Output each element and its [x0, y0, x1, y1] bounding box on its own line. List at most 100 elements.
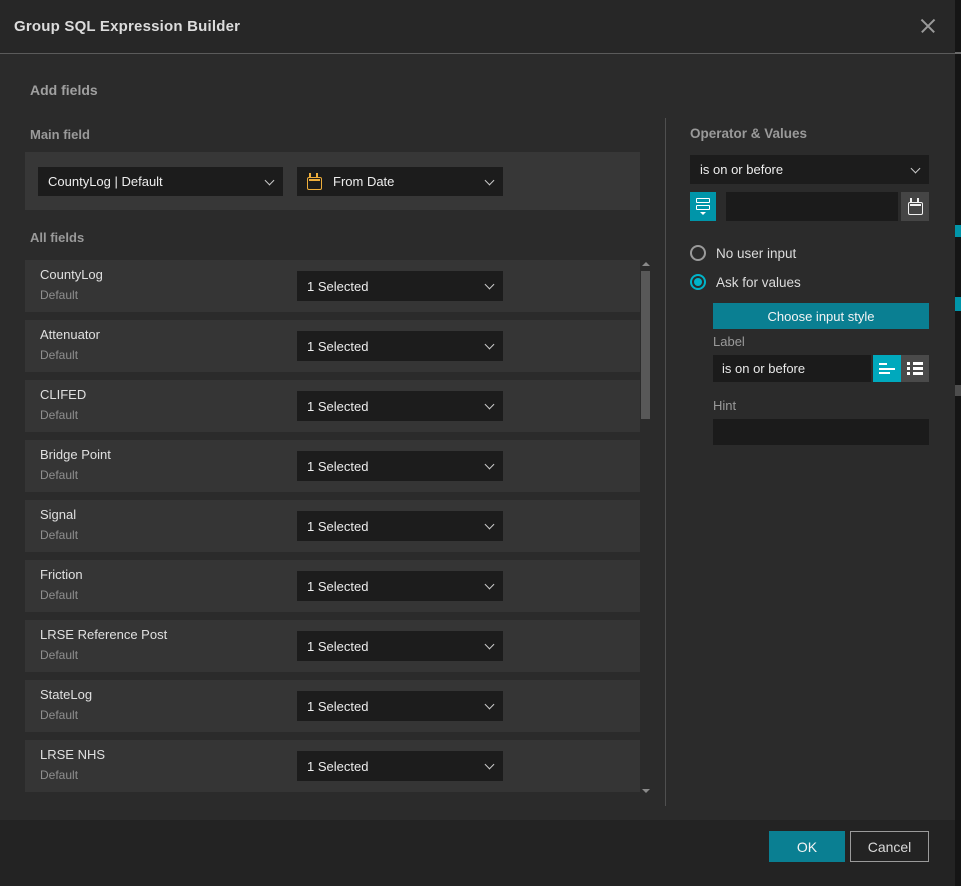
dialog-titlebar: Group SQL Expression Builder: [0, 0, 955, 54]
cancel-button[interactable]: Cancel: [850, 831, 929, 862]
ok-button[interactable]: OK: [769, 831, 845, 862]
label-input[interactable]: [713, 355, 871, 382]
operator-values-heading: Operator & Values: [690, 126, 807, 141]
chevron-down-icon: [485, 580, 495, 590]
chevron-down-icon: [485, 700, 495, 710]
dialog-title: Group SQL Expression Builder: [14, 18, 240, 35]
background-app-strip: [955, 0, 961, 886]
main-field-heading: Main field: [30, 127, 90, 142]
field-name: Friction: [40, 567, 83, 582]
screen: Group SQL Expression Builder Add fields …: [0, 0, 961, 886]
field-name: Signal: [40, 507, 76, 522]
chevron-down-icon: [265, 175, 275, 185]
value-source-button[interactable]: [690, 192, 716, 221]
input-style-text-toggle[interactable]: [873, 355, 901, 382]
field-selected-dropdown[interactable]: 1 Selected: [297, 271, 503, 301]
chevron-down-icon: [911, 163, 921, 173]
scroll-up-icon[interactable]: [642, 262, 650, 266]
field-row: CLIFED Default 1 Selected: [25, 380, 640, 432]
field-row: Attenuator Default 1 Selected: [25, 320, 640, 372]
main-field-panel: CountyLog | Default From Date: [25, 152, 640, 210]
hint-input[interactable]: [713, 419, 929, 445]
selected-count: 1 Selected: [307, 759, 368, 774]
field-selected-dropdown[interactable]: 1 Selected: [297, 751, 503, 781]
radio-label: No user input: [716, 246, 796, 261]
date-field-icon: [307, 177, 322, 190]
field-type: Default: [40, 288, 78, 302]
all-fields-list: CountyLog Default 1 Selected Attenuator …: [25, 260, 640, 792]
selected-count: 1 Selected: [307, 579, 368, 594]
field-row: Signal Default 1 Selected: [25, 500, 640, 552]
field-row: LRSE Reference Post Default 1 Selected: [25, 620, 640, 672]
background-fragment: [955, 385, 961, 396]
chevron-down-icon: [485, 175, 495, 185]
field-name: LRSE Reference Post: [40, 627, 167, 642]
list-scrollbar: [641, 258, 652, 795]
choose-input-style-button[interactable]: Choose input style: [713, 303, 929, 329]
operator-select[interactable]: is on or before: [690, 155, 929, 184]
date-picker-button[interactable]: [901, 192, 929, 221]
field-row: StateLog Default 1 Selected: [25, 680, 640, 732]
main-field-layer-select[interactable]: CountyLog | Default: [38, 167, 283, 196]
chevron-down-icon: [485, 520, 495, 530]
selected-count: 1 Selected: [307, 339, 368, 354]
background-fragment: [955, 52, 961, 54]
field-type: Default: [40, 528, 78, 542]
label-caption: Label: [713, 334, 745, 349]
radio-label: Ask for values: [716, 275, 801, 290]
selected-count: 1 Selected: [307, 399, 368, 414]
chevron-down-icon: [485, 640, 495, 650]
chevron-down-icon: [485, 760, 495, 770]
close-button[interactable]: [911, 9, 945, 43]
field-name: StateLog: [40, 687, 92, 702]
radio-icon-selected: [690, 274, 706, 290]
field-row: LRSE NHS Default 1 Selected: [25, 740, 640, 792]
panel-divider: [665, 118, 666, 806]
field-row: Bridge Point Default 1 Selected: [25, 440, 640, 492]
field-selected-dropdown[interactable]: 1 Selected: [297, 571, 503, 601]
field-selected-dropdown[interactable]: 1 Selected: [297, 631, 503, 661]
background-fragment: [955, 225, 961, 237]
radio-no-user-input[interactable]: No user input: [690, 245, 796, 261]
field-row: CountyLog Default 1 Selected: [25, 260, 640, 312]
align-left-icon: [879, 363, 895, 374]
background-fragment: [955, 297, 961, 311]
chevron-down-icon: [485, 280, 495, 290]
field-type: Default: [40, 648, 78, 662]
radio-icon: [690, 245, 706, 261]
field-name: Attenuator: [40, 327, 100, 342]
field-selected-dropdown[interactable]: 1 Selected: [297, 331, 503, 361]
field-selected-dropdown[interactable]: 1 Selected: [297, 691, 503, 721]
main-field-field-value: From Date: [333, 174, 394, 189]
dialog-footer: OK Cancel: [0, 820, 955, 886]
field-selected-dropdown[interactable]: 1 Selected: [297, 391, 503, 421]
field-name: Bridge Point: [40, 447, 111, 462]
scrollbar-thumb[interactable]: [641, 271, 650, 419]
field-selected-dropdown[interactable]: 1 Selected: [297, 451, 503, 481]
calendar-picker-icon: [908, 202, 923, 215]
field-type: Default: [40, 408, 78, 422]
main-field-layer-value: CountyLog | Default: [48, 174, 163, 189]
field-type: Default: [40, 708, 78, 722]
chevron-down-icon: [485, 460, 495, 470]
main-field-field-select[interactable]: From Date: [297, 167, 503, 196]
radio-ask-for-values[interactable]: Ask for values: [690, 274, 801, 290]
scroll-down-icon[interactable]: [642, 789, 650, 793]
chevron-down-icon: [485, 400, 495, 410]
field-selected-dropdown[interactable]: 1 Selected: [297, 511, 503, 541]
close-icon: [920, 18, 936, 34]
field-type: Default: [40, 468, 78, 482]
list-bullet-icon: [907, 362, 923, 375]
chevron-down-icon: [485, 340, 495, 350]
add-fields-heading: Add fields: [30, 82, 98, 98]
field-type: Default: [40, 348, 78, 362]
selected-count: 1 Selected: [307, 639, 368, 654]
field-name: LRSE NHS: [40, 747, 105, 762]
all-fields-heading: All fields: [30, 230, 84, 245]
field-type: Default: [40, 768, 78, 782]
value-input[interactable]: [726, 192, 898, 221]
field-name: CountyLog: [40, 267, 103, 282]
selected-count: 1 Selected: [307, 459, 368, 474]
field-name: CLIFED: [40, 387, 86, 402]
input-style-list-toggle[interactable]: [901, 355, 929, 382]
